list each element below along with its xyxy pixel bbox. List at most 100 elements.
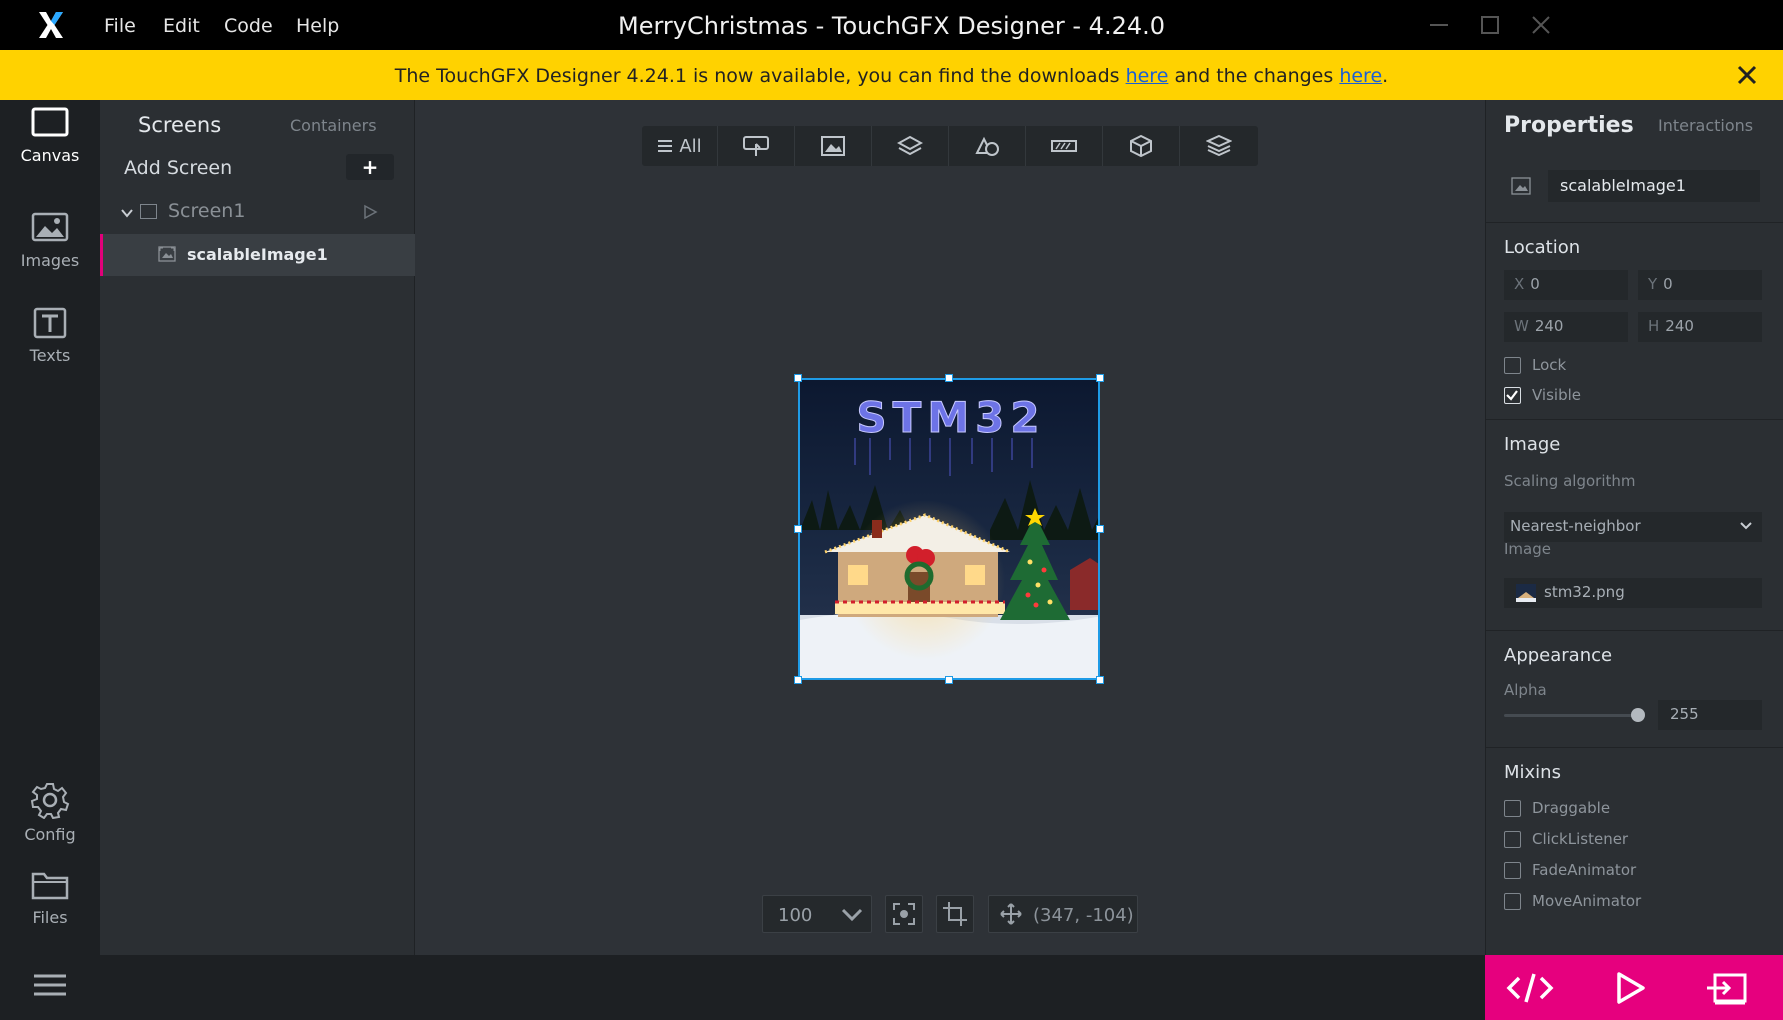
shapes-icon <box>975 136 999 156</box>
resize-handle[interactable] <box>945 374 953 382</box>
canvas-area[interactable]: All STM32 100 (347, -104) <box>415 100 1485 955</box>
y-input[interactable]: Y0 <box>1638 270 1762 300</box>
menu-help[interactable]: Help <box>296 15 339 37</box>
chevron-down-icon[interactable] <box>120 206 134 220</box>
changes-link[interactable]: here <box>1339 65 1382 87</box>
scalable-image-widget[interactable]: STM32 <box>798 378 1100 680</box>
x-input[interactable]: X0 <box>1504 270 1628 300</box>
visible-label: Visible <box>1532 386 1581 404</box>
filter-all-label: All <box>679 135 702 157</box>
resize-handle[interactable] <box>1096 374 1104 382</box>
menu-code[interactable]: Code <box>224 15 273 37</box>
downloads-link[interactable]: here <box>1126 65 1169 87</box>
nav-images[interactable]: Images <box>0 211 100 293</box>
width-input[interactable]: W 240 <box>1504 312 1628 342</box>
hamburger-menu-icon[interactable] <box>32 970 68 1000</box>
divider <box>1486 222 1783 223</box>
nav-canvas[interactable]: Canvas <box>0 106 100 188</box>
tab-interactions[interactable]: Interactions <box>1658 116 1753 135</box>
filter-containers-button[interactable] <box>872 126 949 166</box>
filter-3d-button[interactable] <box>1103 126 1180 166</box>
run-target-icon[interactable] <box>1705 969 1755 1007</box>
image-select[interactable]: stm32.png <box>1504 578 1762 608</box>
nav-config-label: Config <box>24 825 76 844</box>
scaling-algorithm-select[interactable]: Nearest-neighbor <box>1504 512 1762 542</box>
resize-handle[interactable] <box>794 676 802 684</box>
alpha-input[interactable]: 255 <box>1658 700 1762 730</box>
nav-config[interactable]: Config <box>0 781 100 863</box>
nav-files-label: Files <box>32 908 68 927</box>
crop-button[interactable] <box>936 895 974 933</box>
scalable-image-icon <box>158 246 176 262</box>
maximize-icon[interactable] <box>1477 12 1503 38</box>
x-value: 0 <box>1530 275 1540 293</box>
menu-file[interactable]: File <box>104 15 136 37</box>
widget-tree-item[interactable]: scalableImage1 <box>100 234 415 276</box>
nav-texts[interactable]: Texts <box>0 306 100 388</box>
h-key: H <box>1648 317 1660 335</box>
fadeanimator-checkbox[interactable] <box>1504 862 1521 879</box>
resize-handle[interactable] <box>1096 676 1104 684</box>
nav-files[interactable]: Files <box>0 868 100 950</box>
filter-images-button[interactable] <box>795 126 872 166</box>
generate-code-icon[interactable] <box>1505 969 1555 1007</box>
fit-to-screen-button[interactable] <box>885 895 923 933</box>
scaling-algorithm-label: Scaling algorithm <box>1504 472 1636 490</box>
left-navigation: Canvas Images Texts Config Files <box>0 100 100 1020</box>
cube-icon <box>1130 134 1152 158</box>
visible-checkbox[interactable] <box>1504 387 1521 404</box>
resize-handle[interactable] <box>945 676 953 684</box>
zoom-select[interactable]: 100 <box>762 895 872 933</box>
menu-edit[interactable]: Edit <box>163 15 200 37</box>
tab-properties[interactable]: Properties <box>1504 113 1634 138</box>
close-banner-icon[interactable] <box>1735 63 1759 87</box>
widget-name: scalableImage1 <box>187 245 328 264</box>
mixins-title: Mixins <box>1504 762 1561 783</box>
alpha-slider-thumb[interactable] <box>1631 708 1645 722</box>
banner-text: The TouchGFX Designer 4.24.1 is now avai… <box>0 65 1783 87</box>
draggable-checkbox[interactable] <box>1504 800 1521 817</box>
widget-name-input[interactable]: scalableImage1 <box>1548 170 1760 202</box>
add-screen-label: Add Screen <box>124 157 233 179</box>
play-screen-icon[interactable] <box>362 204 378 220</box>
height-input[interactable]: H 240 <box>1638 312 1762 342</box>
close-window-icon[interactable] <box>1528 12 1554 38</box>
scalable-image-icon <box>1511 177 1531 195</box>
filter-shapes-button[interactable] <box>949 126 1026 166</box>
x-key: X <box>1514 275 1525 293</box>
stack-icon <box>1205 134 1232 157</box>
filter-interactive-button[interactable] <box>718 126 795 166</box>
lock-checkbox[interactable] <box>1504 357 1521 374</box>
tab-containers[interactable]: Containers <box>290 116 377 135</box>
clicklistener-checkbox[interactable] <box>1504 831 1521 848</box>
filter-progress-button[interactable] <box>1026 126 1103 166</box>
minimize-icon[interactable] <box>1426 12 1452 38</box>
run-simulator-icon[interactable] <box>1605 969 1655 1007</box>
screen-tree-item[interactable]: Screen1 <box>100 196 415 232</box>
resize-handle[interactable] <box>1096 525 1104 533</box>
filter-all-button[interactable]: All <box>642 126 718 166</box>
cursor-coordinates: (347, -104) <box>988 895 1138 933</box>
image-icon <box>31 212 69 242</box>
crop-icon <box>943 902 967 926</box>
nav-texts-label: Texts <box>29 346 71 365</box>
gear-icon <box>30 783 70 819</box>
zoom-value: 100 <box>778 905 813 926</box>
resize-handle[interactable] <box>794 374 802 382</box>
widget-filter-toolbar: All <box>642 126 1258 166</box>
add-screen-button[interactable]: + <box>346 154 394 180</box>
resize-handle[interactable] <box>794 525 802 533</box>
image-value: stm32.png <box>1544 583 1625 601</box>
touchgfx-designer-window: File Edit Code Help MerryChristmas - Tou… <box>0 0 1783 1020</box>
y-value: 0 <box>1663 275 1673 293</box>
divider <box>1486 747 1783 748</box>
title-bar: File Edit Code Help MerryChristmas - Tou… <box>0 0 1783 50</box>
touchgfx-logo-icon[interactable] <box>36 10 66 40</box>
nav-images-label: Images <box>20 251 80 270</box>
filter-stack-button[interactable] <box>1180 126 1257 166</box>
image-thumbnail-icon <box>1516 584 1536 602</box>
moveanimator-checkbox[interactable] <box>1504 893 1521 910</box>
tab-screens[interactable]: Screens <box>138 113 221 137</box>
chevron-down-icon <box>1740 522 1752 530</box>
alpha-slider-track[interactable] <box>1504 714 1638 717</box>
